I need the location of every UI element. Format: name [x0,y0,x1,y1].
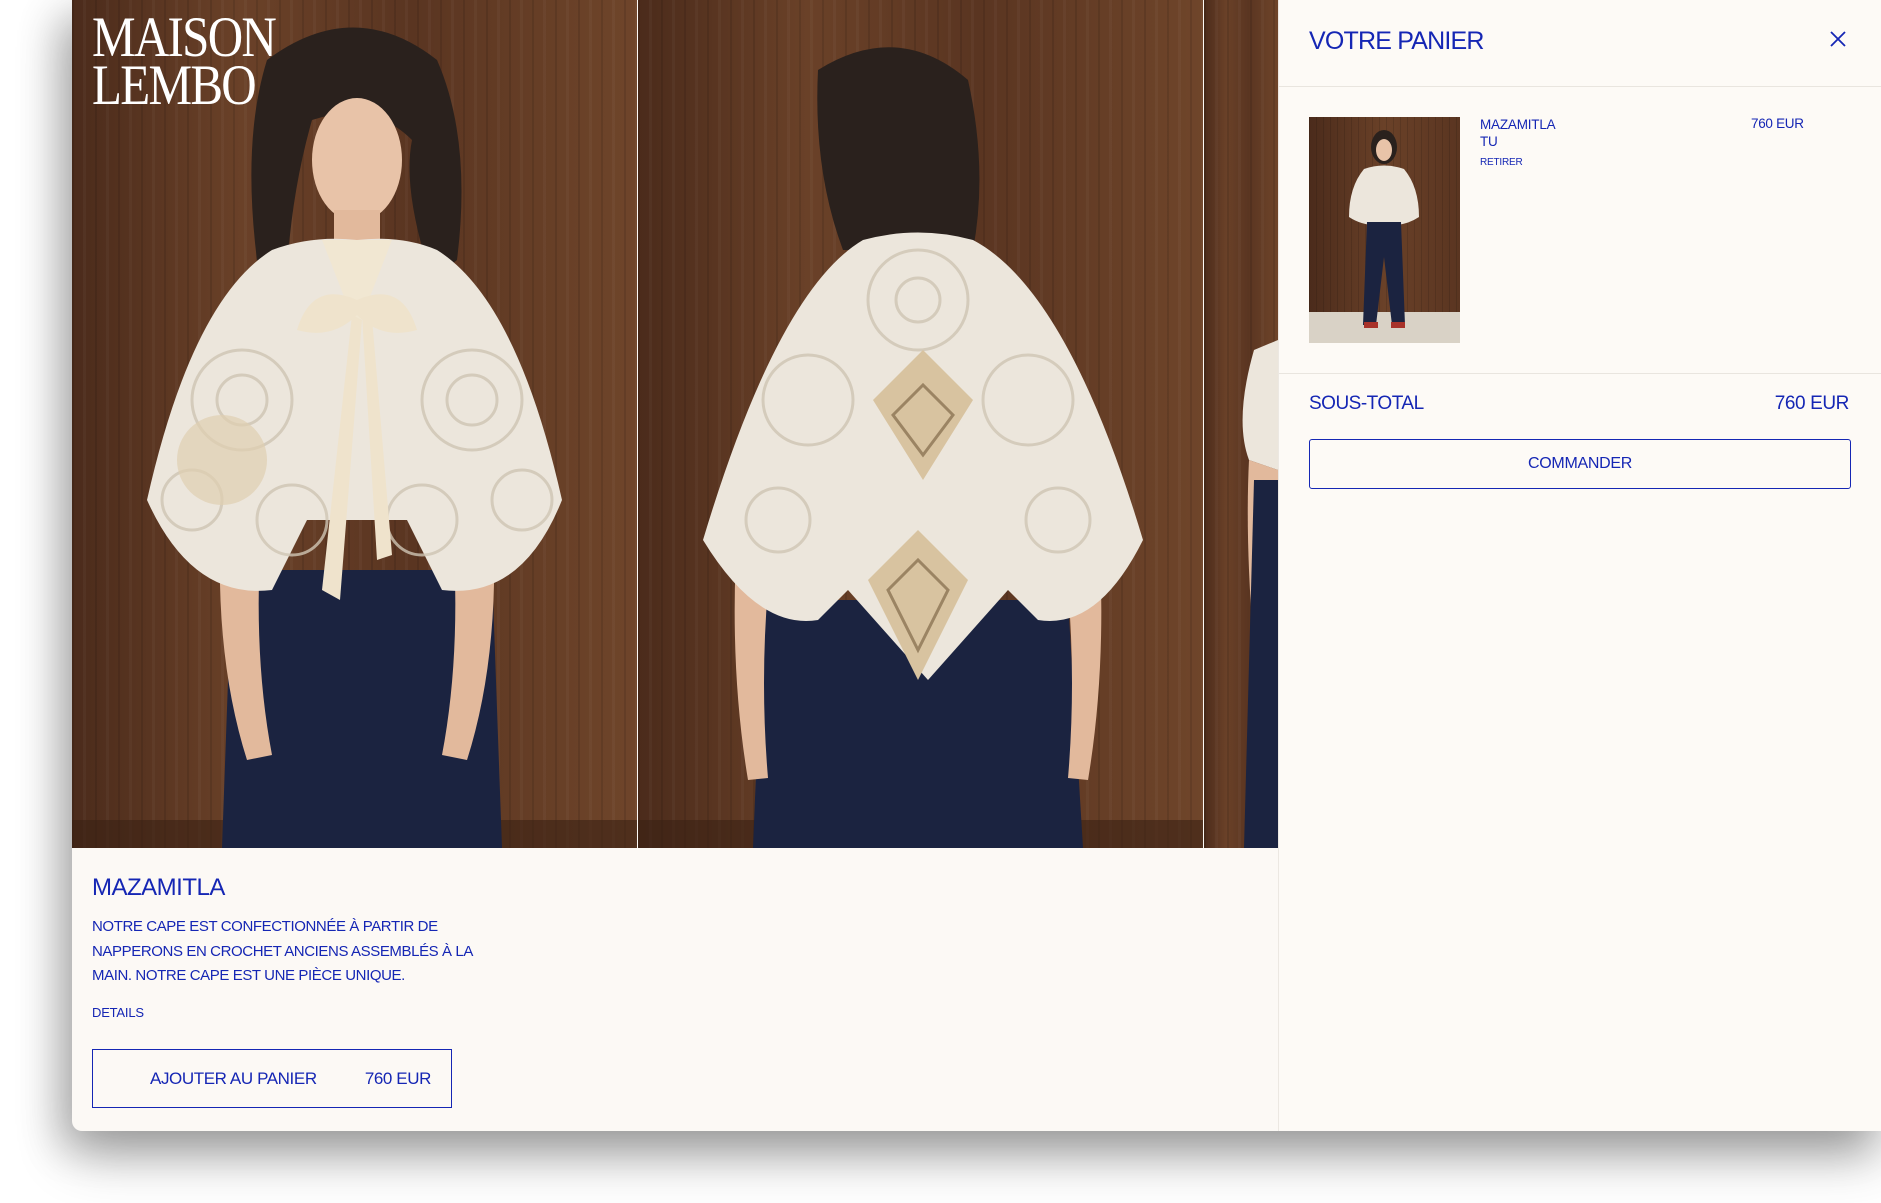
cart-drawer: VOTRE PANIER MAZAMITLA TU RETIRER 760 EU… [1278,0,1881,1131]
cart-item-price: 760 EUR [1751,116,1804,131]
add-to-cart-button[interactable]: AJOUTER AU PANIER 760 EUR [92,1049,452,1108]
product-photo-back[interactable] [638,0,1203,848]
remove-item-link[interactable]: RETIRER [1480,157,1523,168]
add-to-cart-label: AJOUTER AU PANIER [150,1068,317,1088]
cart-header-divider [1279,86,1881,87]
logo-line-2: LEMBO [92,54,257,117]
product-title: MAZAMITLA [92,874,225,901]
product-gallery[interactable]: MAISON LEMBO [72,0,1278,848]
add-to-cart-price: 760 EUR [364,1068,432,1088]
checkout-button[interactable]: COMMANDER [1309,439,1851,489]
brand-logo[interactable]: MAISON LEMBO [92,9,277,117]
close-cart-button[interactable] [1827,28,1849,50]
product-photo-front[interactable]: MAISON LEMBO [72,0,637,848]
cart-item-name[interactable]: MAZAMITLA TU [1480,116,1556,150]
cart-item-size: TU [1480,134,1498,149]
product-description: NOTRE CAPE EST CONFECTIONNÉE À PARTIR DE… [92,918,473,984]
product-photo-side[interactable] [1204,0,1278,848]
cart-title: VOTRE PANIER [1309,27,1485,55]
close-icon [1830,31,1846,47]
cart-item-thumbnail[interactable] [1309,117,1460,343]
cart-item-title: MAZAMITLA [1480,117,1556,132]
product-page-window: MAISON LEMBO MAZAMITLA NOTRE CAPE EST CO… [72,0,1881,1131]
subtotal-label: SOUS-TOTAL [1309,393,1424,414]
cart-items-divider [1279,373,1881,374]
details-link[interactable]: DETAILS [92,1005,144,1020]
subtotal-value: 760 EUR [1774,393,1850,414]
